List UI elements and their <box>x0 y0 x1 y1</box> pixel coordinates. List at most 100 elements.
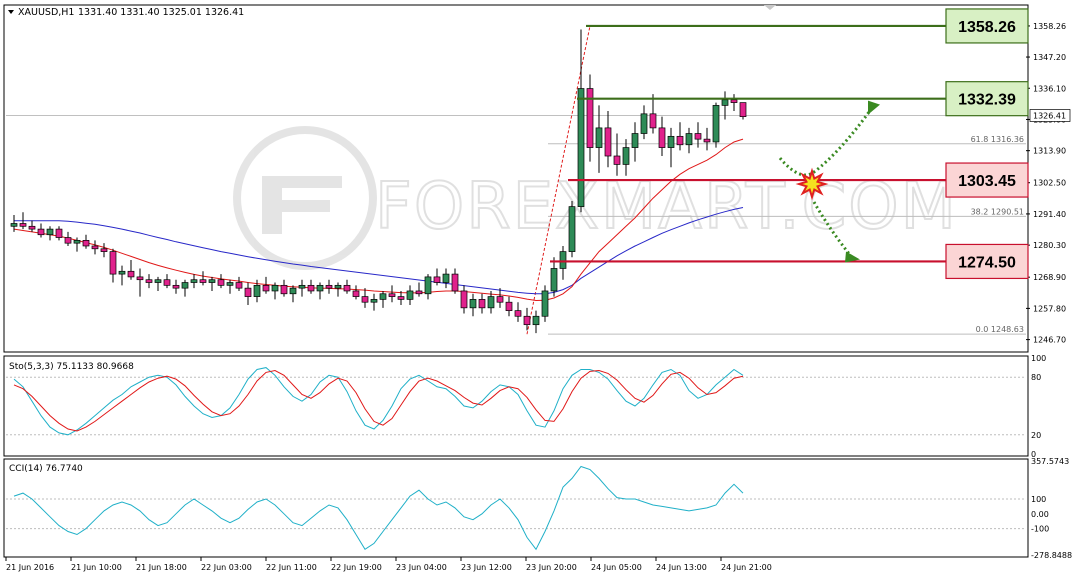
candle-bear <box>433 276 441 283</box>
candle-bear <box>100 248 108 252</box>
candle-bear <box>352 290 360 297</box>
chart-window[interactable]: FOREXMART.COM XAUUSD,H1 1331.40 1331.40 … <box>0 0 1072 579</box>
cci-axis-label: -100 <box>1031 525 1049 534</box>
candle-bear <box>172 284 180 289</box>
candle-bear <box>613 155 621 165</box>
candle-bear <box>676 135 684 146</box>
time-tick-label: 24 Jun 21:00 <box>721 563 772 572</box>
candle-bull <box>532 315 540 326</box>
candle-bull <box>406 290 414 300</box>
price-tick-label: 1302.50 <box>1033 179 1066 188</box>
candle-bull <box>685 133 693 146</box>
candle-bull <box>10 223 18 227</box>
candle-bull <box>631 133 639 148</box>
candle-bear <box>235 282 243 289</box>
candle-bear <box>505 301 513 311</box>
candle-bull <box>721 99 729 106</box>
candle-bear <box>604 127 612 157</box>
candle-bull <box>379 293 387 300</box>
candle-bear <box>451 273 459 292</box>
candle-bear <box>343 284 351 292</box>
candle-bear <box>244 287 252 297</box>
symbol-label: XAUUSD,H1 <box>18 7 74 18</box>
candle-bull <box>190 279 198 283</box>
candle-bull <box>424 276 432 295</box>
candle-bear <box>127 270 135 278</box>
candle-bull <box>118 270 126 275</box>
price-axis: 1358.261347.201336.101325.001313.901302.… <box>1026 22 1071 345</box>
cci-axis-label: 357.5743 <box>1031 457 1069 466</box>
candle-bull <box>559 251 567 269</box>
price-tick-label: 1257.80 <box>1033 304 1066 313</box>
cci-axis-label: -278.8488 <box>1031 551 1072 560</box>
candle-bear <box>55 228 63 238</box>
stochastic-pane[interactable] <box>3 355 1029 457</box>
time-tick-label: 21 Jun 2016 <box>6 563 54 572</box>
candle-bull <box>640 113 648 134</box>
candle-bear <box>91 245 99 250</box>
price-tick-label: 1358.26 <box>1033 22 1066 31</box>
candle-bear <box>460 290 468 309</box>
fib-label: 38.2 1290.51 <box>971 207 1024 216</box>
candle-bull <box>568 206 576 252</box>
candle-bear <box>199 279 207 283</box>
price-tick-label: 1336.10 <box>1033 84 1066 93</box>
candle-bear <box>82 240 90 247</box>
candle-bull <box>298 284 306 289</box>
candle-bear <box>523 315 531 326</box>
cci-pane[interactable] <box>3 458 1029 558</box>
candle-bull <box>334 284 342 289</box>
time-tick-label: 23 Jun 12:00 <box>461 563 512 572</box>
time-tick-label: 24 Jun 13:00 <box>656 563 707 572</box>
candle-bear <box>217 279 225 286</box>
level-price-label: 1274.50 <box>958 254 1016 271</box>
cci-label: CCI(14) 76.7740 <box>9 464 83 474</box>
level-price-label: 1358.26 <box>958 19 1016 36</box>
candle-bull <box>577 88 585 207</box>
candle-bear <box>109 251 117 275</box>
cci-axis-label: 0.00 <box>1031 510 1049 519</box>
candle-bear <box>496 296 504 303</box>
price-tick-label: 1280.30 <box>1033 241 1066 250</box>
candle-bear <box>397 296 405 300</box>
candle-bear <box>37 228 45 236</box>
chart-header: XAUUSD,H1 1331.40 1331.40 1325.01 1326.4… <box>8 7 244 18</box>
candle-bear <box>280 284 288 295</box>
price-tick-label: 1347.20 <box>1033 53 1066 62</box>
price-tick-label: 1246.70 <box>1033 336 1066 345</box>
candle-bull <box>208 279 216 283</box>
candle-bull <box>667 135 675 148</box>
fib-label: 61.8 1316.36 <box>971 135 1024 144</box>
candle-bull <box>469 299 477 309</box>
candle-bull <box>487 296 495 309</box>
current-price-label: 1326.41 <box>1033 111 1066 120</box>
chart-canvas[interactable]: FOREXMART.COM XAUUSD,H1 1331.40 1331.40 … <box>0 0 1072 579</box>
candle-bear <box>64 237 72 244</box>
price-tick-label: 1268.90 <box>1033 273 1066 282</box>
candle-bull <box>46 228 54 236</box>
candle-bear <box>586 88 594 148</box>
level-price-label: 1303.45 <box>958 173 1016 190</box>
time-tick-label: 21 Jun 18:00 <box>136 563 187 572</box>
time-tick-label: 22 Jun 11:00 <box>266 563 317 572</box>
candle-bear <box>19 223 27 227</box>
price-tick-label: 1291.40 <box>1033 210 1066 219</box>
candle-bull <box>622 147 630 165</box>
candle-bull <box>316 284 324 292</box>
ohlc-values: 1331.40 1331.40 1325.01 1326.41 <box>78 7 244 18</box>
candle-bear <box>514 310 522 317</box>
stochastic-axis-label: 80 <box>1031 373 1041 382</box>
candle-bull <box>73 240 81 244</box>
fib-label: 0.0 1248.63 <box>976 325 1024 334</box>
time-axis: 21 Jun 2016 21 Jun 10:00 21 Jun 18:00 22 Ju… <box>5 557 772 572</box>
time-tick-label: 24 Jun 05:00 <box>591 563 642 572</box>
time-tick-label: 22 Jun 19:00 <box>331 563 382 572</box>
candle-bear <box>649 113 657 129</box>
candle-bull <box>181 282 189 289</box>
candle-bear <box>694 133 702 140</box>
candle-bear <box>325 284 333 289</box>
time-tick-label: 21 Jun 10:00 <box>71 563 122 572</box>
candle-bull <box>370 299 378 303</box>
candle-bear <box>163 279 171 286</box>
breakout-burst-icon <box>795 167 829 201</box>
